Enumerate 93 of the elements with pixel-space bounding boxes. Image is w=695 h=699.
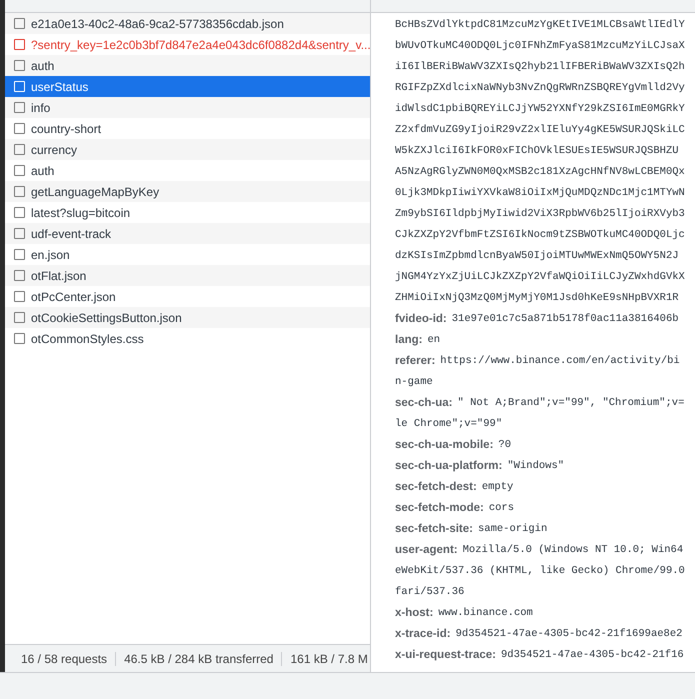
request-row[interactable]: auth <box>5 160 370 181</box>
request-name: otFlat.json <box>31 268 86 282</box>
header-value: https://www.binance.com/en/activity/bi <box>440 354 680 366</box>
header-name: x-host: <box>395 606 434 618</box>
checkbox-icon[interactable] <box>14 207 25 218</box>
request-row[interactable]: latest?slug=bitcoin <box>5 202 370 223</box>
header-name: fvideo-id: <box>395 312 447 324</box>
request-name: e21a0e13-40c2-48a6-9ca2-57738356cdab.json <box>31 16 284 30</box>
header-value: 9d354521-47ae-4305-bc42-21f16 <box>500 648 684 660</box>
checkbox-icon[interactable] <box>14 186 25 197</box>
checkbox-icon[interactable] <box>14 333 25 344</box>
status-text: 16 / 58 requests <box>20 652 108 666</box>
request-name: auth <box>31 58 54 72</box>
header-value: Z2xfdmVuZG9yIjoiR29vZ2xlIEluYy4gKE5WSURJQSkiLC <box>395 124 685 136</box>
request-name: getLanguageMapByKey <box>31 184 160 198</box>
header-value: " Not A;Brand";v="99", "Chromium";v= <box>458 396 684 408</box>
checkbox-icon[interactable] <box>14 228 25 239</box>
header-value: 9d354521-47ae-4305-bc42-21f1699ae8e2 <box>456 628 682 640</box>
header-value: ZHMiOiIxNjQ3MzQ0MjMyMjY0M1Jsd0hKeE9sNHpBVXR1R <box>395 292 679 304</box>
header-value: ?0 <box>498 438 512 450</box>
header-value: empty <box>482 480 514 492</box>
checkbox-icon[interactable] <box>14 165 25 176</box>
header-value: same-origin <box>478 522 548 534</box>
header-value: CJkZXZpY2VfbmFtZSI6IkNocm9tZSBWOTkuMC40ODQ0Ljc <box>395 228 685 240</box>
request-row[interactable]: udf-event-track <box>5 223 370 244</box>
header-name: sec-fetch-site: <box>395 522 473 534</box>
request-row[interactable]: otPcCenter.json <box>5 286 370 307</box>
checkbox-icon[interactable] <box>14 270 25 281</box>
checkbox-icon[interactable] <box>14 18 25 29</box>
header-value: 0Ljk3MDkpIiwiYXVkaW8iOiIxMjQuMDQzNDc1Mjc1MTYwN <box>395 186 685 198</box>
header-name: user-agent: <box>395 544 458 556</box>
request-row[interactable]: info <box>5 97 370 118</box>
header-name: sec-fetch-dest: <box>395 480 477 492</box>
header-value: Mozilla/5.0 (Windows NT 10.0; Win64 <box>462 544 684 556</box>
request-name: country-short <box>31 122 102 136</box>
header-value: RGIFZpZXdlcixNaWNyb3NvZnQgRWRnZSBQREYgVmlld2Vy <box>395 82 685 94</box>
checkbox-icon[interactable] <box>14 39 25 50</box>
checkbox-icon[interactable] <box>14 144 25 155</box>
checkbox-icon[interactable] <box>14 291 25 302</box>
request-name: en.json <box>31 248 70 262</box>
request-name: currency <box>31 142 78 156</box>
request-name: ?sentry_key=1e2c0b3bf7d847e2a4e043dc6f0882d4&sentry_v... <box>31 38 370 52</box>
header-value: bWUvOTkuMC40ODQ0Ljc0IFNhZmFyaS81MzcuMzYiLCJsaX <box>395 40 685 52</box>
header-value: n-game <box>395 376 433 388</box>
request-name: udf-event-track <box>31 226 112 240</box>
header-name: sec-ch-ua-platform: <box>395 460 502 472</box>
request-name: latest?slug=bitcoin <box>31 206 130 220</box>
header-value: eWebKit/537.36 (KHTML, like Gecko) Chrome/99.0 <box>395 564 685 576</box>
checkbox-icon[interactable] <box>14 312 25 323</box>
request-name: auth <box>31 164 54 178</box>
header-value: idWlsdC1pbiBQREYiLCJjYW52YXNfY29kZSI6ImE0MGRkY <box>395 102 685 114</box>
header-name: referer: <box>395 354 436 366</box>
header-value: fari/537.36 <box>395 586 464 598</box>
header-value: BcHBsZVdlYktpdC81MzcuMzYgKEtIVE1MLCBsaWtlIEdlY <box>395 18 685 30</box>
checkbox-icon[interactable] <box>14 123 25 134</box>
request-name: otCommonStyles.css <box>31 332 144 346</box>
request-name: otCookieSettingsButton.json <box>31 310 182 324</box>
status-text: 46.5 kB / 284 kB transferred <box>115 652 282 666</box>
header-value: A5NzAgRGlyZWN0M0QxMSB2c181XzAgcHNfNV8wLCBEM0Qx <box>395 166 685 178</box>
header-value: iI6IlBERiBWaWV3ZXIsQ2hyb21lIFBERiBWaWV3ZXIsQ2h <box>395 60 685 72</box>
request-row[interactable]: en.json <box>5 244 370 265</box>
header-value: www.binance.com <box>438 606 533 618</box>
header-value: dzKSIsImZpbmdlcnByaW50IjoiMTUwMWExNmQ5OWY5N2J <box>395 250 679 262</box>
header-value: le Chrome";v="99" <box>395 418 502 430</box>
request-row[interactable]: auth <box>5 55 370 76</box>
header-name: lang: <box>395 334 422 346</box>
request-row[interactable]: otCommonStyles.css <box>5 328 370 349</box>
header-value: "Windows" <box>507 460 564 472</box>
checkbox-icon[interactable] <box>14 60 25 71</box>
header-value: en <box>427 334 440 346</box>
request-name: otPcCenter.json <box>31 290 116 304</box>
request-row[interactable]: otCookieSettingsButton.json <box>5 307 370 328</box>
checkbox-icon[interactable] <box>14 249 25 260</box>
request-row[interactable]: userStatus <box>5 76 370 97</box>
request-row[interactable]: currency <box>5 139 370 160</box>
request-name: userStatus <box>31 80 88 94</box>
header-name: sec-ch-ua-mobile: <box>395 438 494 450</box>
request-row[interactable]: ?sentry_key=1e2c0b3bf7d847e2a4e043dc6f0882d4&sentry_v... <box>5 34 370 55</box>
checkbox-icon[interactable] <box>14 102 25 113</box>
request-row[interactable]: otFlat.json <box>5 265 370 286</box>
header-value: Zm9ybSI6IldpbjMyIiwid2ViX3RpbWV6b25lIjoiRXVyb3 <box>395 208 685 220</box>
header-value: jNGM4YzYxZjUiLCJkZXZpY2VfaWQiOiIiLCJyZWxhdGVkX <box>395 270 685 282</box>
request-row[interactable]: getLanguageMapByKey <box>5 181 370 202</box>
header-name: sec-fetch-mode: <box>395 502 484 514</box>
header-name: x-ui-request-trace: <box>395 648 496 660</box>
header-value: 31e97e01c7c5a871b5178f0ac11a3816406b <box>452 312 679 324</box>
header-value: cors <box>488 502 514 514</box>
request-row[interactable]: e21a0e13-40c2-48a6-9ca2-57738356cdab.json <box>5 13 370 34</box>
request-name: info <box>31 100 50 114</box>
header-name: sec-ch-ua: <box>395 396 453 408</box>
header-name: x-trace-id: <box>395 628 451 640</box>
header-value: W5kZXJlciI6IkFOR0xFIChOVklESUEsIE5WSURJQSBHZU <box>395 144 679 156</box>
request-row[interactable]: country-short <box>5 118 370 139</box>
